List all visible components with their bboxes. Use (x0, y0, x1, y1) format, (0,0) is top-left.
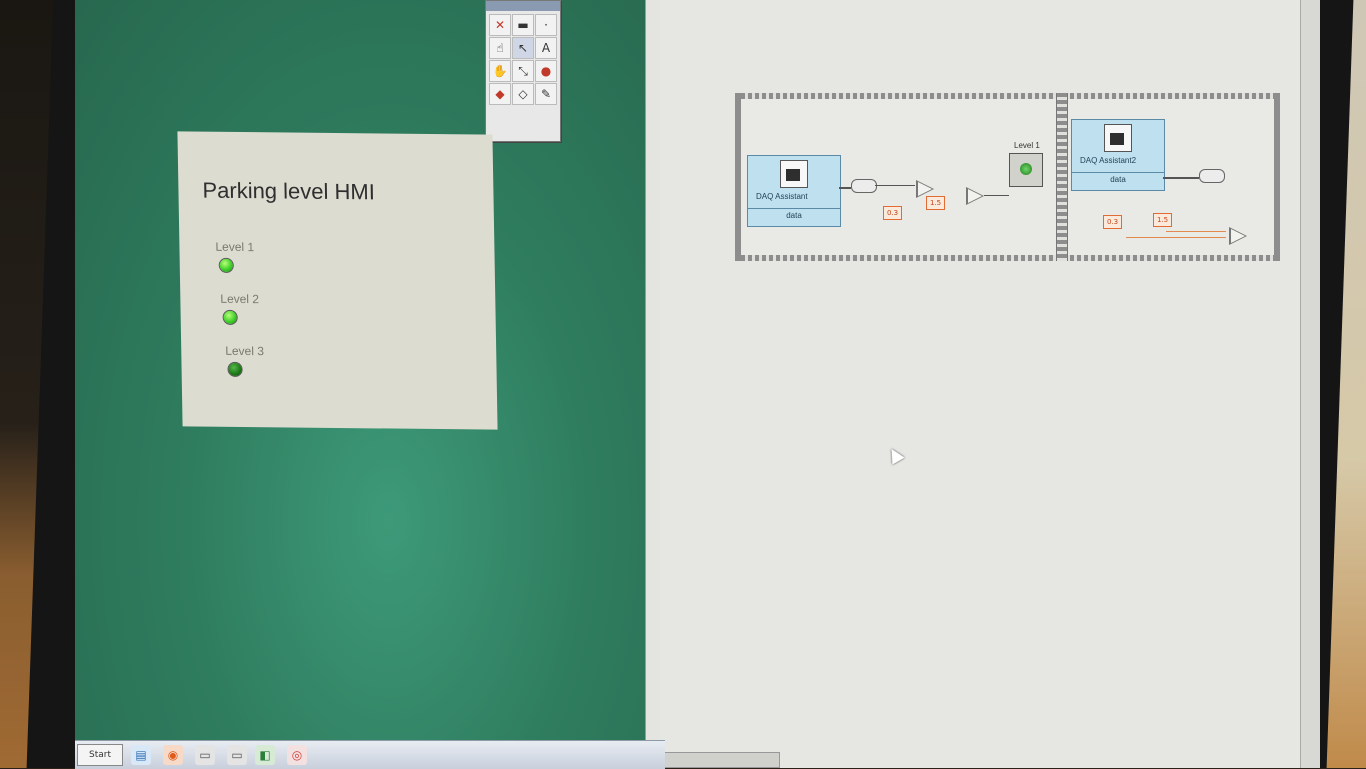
operate-tool-icon[interactable]: ✕ (489, 14, 511, 36)
constant-1-5[interactable]: 1.5 (926, 196, 946, 210)
wire[interactable] (1126, 237, 1226, 238)
probe-icon[interactable]: ◆ (489, 83, 511, 105)
constant-1-5-frame-2[interactable]: 1.5 (1153, 213, 1173, 227)
start-button[interactable]: Start (77, 744, 123, 766)
labview-app-icon[interactable]: ◧ (255, 745, 275, 765)
daq-device-icon (1104, 124, 1132, 152)
set-color-icon[interactable]: ✎ (535, 83, 557, 105)
connect-wire-icon[interactable]: ⤡ (512, 60, 534, 82)
taskbar: Start ▤ ◉ ▭ ▭ ◧ ◎ (75, 740, 665, 769)
compare-node-frame-2[interactable] (1229, 227, 1247, 245)
tools-palette[interactable]: ✕ ▬ · ☝ ↖ A ✋ ⤡ ● ◆ ◇ ✎ (485, 0, 561, 142)
unused-tool-icon[interactable]: · (535, 14, 557, 36)
wire[interactable] (1166, 231, 1226, 232)
position-select-icon[interactable]: ↖ (512, 37, 534, 59)
sequence-bottom-border (741, 255, 1274, 261)
conversion-node[interactable] (851, 179, 877, 193)
breakpoint-icon[interactable]: ● (535, 60, 557, 82)
led-label-level-3: Level 3 (225, 343, 265, 359)
daq-assistant-block[interactable]: DAQ Assistant data (747, 155, 841, 227)
led-label-level-2: Level 2 (220, 291, 260, 307)
operate-value-icon[interactable]: ☝ (489, 37, 511, 59)
flat-sequence-structure[interactable]: DAQ Assistant data 0.3 1.5 Level 1 DAQ A… (735, 93, 1280, 261)
firefox-icon[interactable]: ◉ (163, 745, 183, 765)
sequence-frame-divider (1056, 93, 1068, 261)
front-panel-window[interactable]: ✕ ▬ · ☝ ↖ A ✋ ⤡ ● ◆ ◇ ✎ Parking level HM… (75, 0, 645, 745)
conversion-node-2[interactable] (1199, 169, 1225, 183)
taskbar-app-icon[interactable]: ▭ (227, 745, 247, 765)
sequence-top-border (741, 93, 1274, 99)
daq-assistant-2-block[interactable]: DAQ Assistant2 data (1071, 119, 1165, 191)
level-1-indicator-terminal[interactable] (1009, 153, 1043, 187)
hmi-decoration-panel: Parking level HMI Level 1 Level 2 Level … (177, 131, 498, 430)
tools-palette-titlebar[interactable] (486, 1, 560, 11)
led-level-2[interactable] (223, 310, 237, 324)
constant-0-3-frame-2[interactable]: 0.3 (1103, 215, 1123, 229)
daq-assistant-name: DAQ Assistant (756, 192, 808, 201)
indicator-led-icon (1020, 163, 1032, 175)
block-diagram-vertical-scrollbar[interactable] (1300, 0, 1320, 768)
daq-assistant-2-name: DAQ Assistant2 (1080, 156, 1137, 165)
get-color-icon[interactable]: ◇ (512, 83, 534, 105)
wire[interactable] (984, 195, 1009, 196)
chrome-icon[interactable]: ◎ (287, 745, 307, 765)
file-explorer-icon[interactable]: ▤ (131, 745, 151, 765)
front-panel-vertical-scrollbar[interactable] (645, 0, 661, 768)
taskbar-app-icon[interactable]: ▭ (195, 745, 215, 765)
monitor-screen: ✕ ▬ · ☝ ↖ A ✋ ⤡ ● ◆ ◇ ✎ Parking level HM… (75, 0, 1320, 768)
indicator-label: Level 1 (1014, 141, 1040, 150)
led-level-1[interactable] (219, 258, 233, 272)
led-level-3[interactable] (228, 362, 242, 376)
block-diagram-window[interactable]: DAQ Assistant data 0.3 1.5 Level 1 DAQ A… (660, 0, 1300, 768)
automatic-tool-icon[interactable]: ▬ (512, 14, 534, 36)
edit-text-icon[interactable]: A (535, 37, 557, 59)
led-label-level-1: Level 1 (215, 239, 255, 255)
wire[interactable] (1163, 177, 1199, 179)
scroll-tool-icon[interactable]: ✋ (489, 60, 511, 82)
compare-less-node[interactable] (966, 187, 984, 205)
wire[interactable] (875, 185, 915, 186)
constant-0-3[interactable]: 0.3 (883, 206, 903, 220)
daq-assistant-output: data (748, 208, 840, 220)
hmi-title: Parking level HMI (202, 177, 376, 205)
daq-assistant-2-output: data (1072, 172, 1164, 184)
block-diagram-status-bar (660, 752, 780, 768)
wire[interactable] (839, 187, 851, 189)
daq-device-icon (780, 160, 808, 188)
